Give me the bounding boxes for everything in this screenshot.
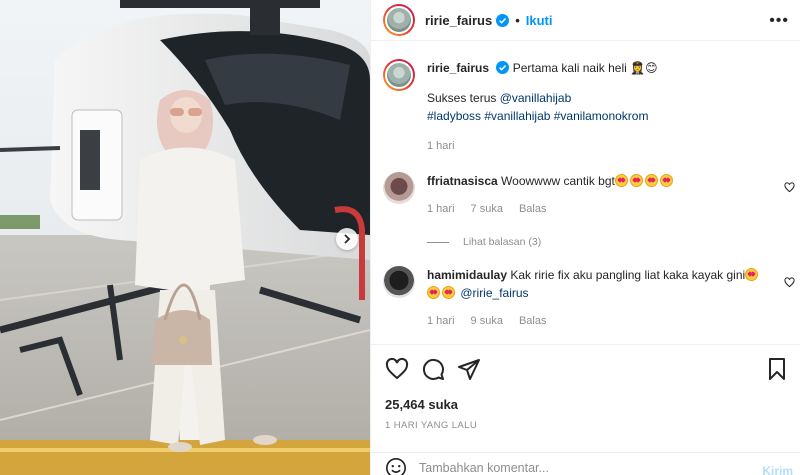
view-replies[interactable]: Lihat balasan (3): [427, 236, 541, 248]
caption: ririe_fairus Pertama kali naik heli 👩‍✈️…: [383, 59, 787, 155]
caption-line2: Sukses terus: [427, 91, 500, 105]
post-sidebar: ririe_fairus • Ikuti ••• ririe_fairus Pe…: [370, 0, 800, 475]
comment-item: hamimidaulay Kak ririe fix aku pangling …: [383, 266, 787, 330]
comment-text: Kak ririe fix aku pangling liat kaka kay…: [510, 268, 746, 282]
comment-time: 1 hari: [427, 315, 455, 327]
more-icon[interactable]: •••: [769, 12, 789, 30]
post-actions: 25,464 suka 1 HARI YANG LALU Kirim: [371, 344, 800, 475]
helicopter-photo: [0, 0, 370, 475]
separator-dot: •: [515, 12, 520, 28]
caption-text: Pertama kali naik heli 👩‍✈️😊: [512, 61, 658, 75]
heart-icon[interactable]: [784, 182, 795, 193]
comment-list[interactable]: ririe_fairus Pertama kali naik heli 👩‍✈️…: [371, 41, 800, 344]
post-comment-button[interactable]: Kirim: [762, 464, 793, 475]
reply-button[interactable]: Balas: [519, 200, 547, 218]
comment-icon[interactable]: [421, 357, 445, 381]
post-header: ririe_fairus • Ikuti •••: [371, 0, 800, 41]
comment-item: ffriatnasisca Woowwww cantik bgt 1 hari …: [383, 172, 787, 218]
caption-hashtags[interactable]: #ladyboss #vanillahijab #vanilamonokrom: [427, 107, 787, 125]
heart-eyes-emoji-icon: [614, 174, 675, 188]
share-icon[interactable]: [457, 357, 481, 381]
verified-badge-icon: [496, 61, 510, 74]
follow-button[interactable]: Ikuti: [526, 13, 553, 28]
post-time: 1 HARI YANG LALU: [385, 420, 478, 431]
like-count[interactable]: 25,464 suka: [385, 397, 458, 412]
view-replies-label[interactable]: Lihat balasan (3): [463, 236, 541, 248]
bookmark-icon[interactable]: [765, 357, 789, 381]
avatar[interactable]: [383, 59, 415, 91]
caption-time: 1 hari: [427, 140, 455, 152]
avatar[interactable]: [383, 4, 415, 36]
avatar[interactable]: [383, 266, 415, 298]
avatar[interactable]: [383, 172, 415, 204]
post-photo[interactable]: [0, 0, 370, 475]
comment-input[interactable]: [419, 460, 739, 475]
heart-icon[interactable]: [784, 277, 795, 288]
emoji-icon[interactable]: [385, 457, 407, 475]
comment-likes[interactable]: 9 suka: [471, 312, 503, 330]
heart-eyes-emoji-icon: [745, 268, 760, 282]
comment-text: Woowwww cantik bgt: [501, 174, 615, 188]
verified-badge-icon: [496, 13, 510, 27]
comment-mention[interactable]: @ririe_fairus: [460, 286, 528, 300]
comment-username[interactable]: ffriatnasisca: [427, 174, 498, 188]
heart-icon[interactable]: [385, 357, 409, 381]
next-arrow-icon[interactable]: [336, 228, 358, 250]
caption-mention[interactable]: @vanillahijab: [500, 91, 572, 105]
header-username[interactable]: ririe_fairus: [425, 13, 492, 28]
caption-username[interactable]: ririe_fairus: [427, 61, 489, 75]
heart-eyes-emoji-icon: [427, 286, 457, 300]
comment-time: 1 hari: [427, 203, 455, 215]
comment-username[interactable]: hamimidaulay: [427, 268, 507, 282]
comment-likes[interactable]: 7 suka: [471, 200, 503, 218]
reply-button[interactable]: Balas: [519, 312, 547, 330]
comment-composer: Kirim: [371, 452, 800, 475]
